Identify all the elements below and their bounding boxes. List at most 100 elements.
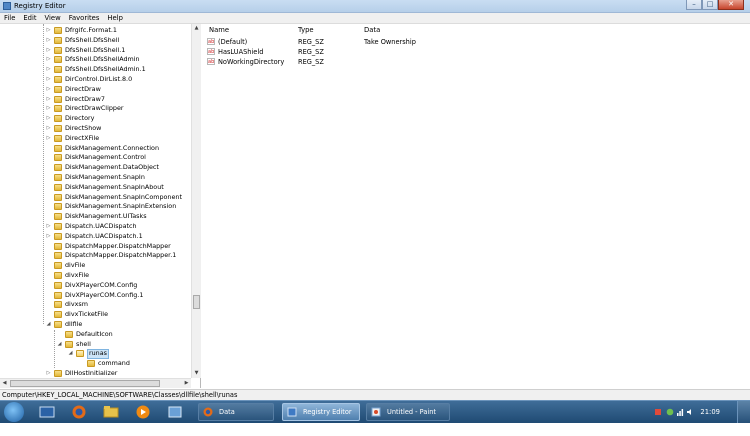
tree-item[interactable]: ▷ DfsShell.DfsShell	[0, 36, 190, 46]
registry-tree[interactable]: ▷ Dfrgifc.Format.1 ▷ DfsShell.DfsShell ▷ DfsS…	[0, 24, 201, 388]
expand-arrow-icon[interactable]: ▷	[46, 233, 51, 239]
column-type[interactable]: Type	[298, 25, 314, 35]
column-data[interactable]: Data	[364, 25, 380, 35]
expand-arrow-icon[interactable]: ▷	[46, 86, 51, 92]
clock[interactable]: 21:09	[700, 401, 720, 423]
menu-favorites[interactable]: Favorites	[65, 13, 104, 23]
scroll-left-icon[interactable]: ◀	[0, 379, 9, 388]
tree-item-label: DfsShell.DfsShellAdmin	[65, 55, 140, 64]
close-button[interactable]: ✕	[718, 0, 744, 10]
folder-icon	[54, 272, 62, 279]
media-player-icon[interactable]	[134, 404, 152, 420]
expand-arrow-icon[interactable]: ▷	[46, 77, 51, 82]
explorer-folder-icon[interactable]	[102, 404, 120, 420]
tree-item[interactable]: DefaultIcon	[0, 330, 190, 340]
scroll-right-icon[interactable]: ▶	[182, 379, 191, 388]
tree-item[interactable]: DiskManagement.DataObject	[0, 163, 190, 173]
flag-icon[interactable]	[654, 408, 662, 416]
firefox-icon[interactable]	[70, 404, 88, 420]
expand-arrow-icon[interactable]: ▷	[46, 47, 51, 53]
collapse-arrow-icon[interactable]: ◢	[68, 351, 73, 356]
task-registry-editor[interactable]: Registry Editor	[282, 403, 360, 421]
tree-item[interactable]: DiskManagement.UITasks	[0, 212, 190, 222]
window-controls: – □ ✕	[686, 0, 744, 11]
tree-item[interactable]: divxTicketFile	[0, 310, 190, 320]
tree-item[interactable]: DivXPlayerCOM.Config	[0, 281, 190, 291]
tree-item[interactable]: ◢ shell	[0, 340, 190, 350]
expand-arrow-icon[interactable]: ▷	[46, 57, 51, 62]
tree-item[interactable]: DiskManagement.SnapIn	[0, 173, 190, 183]
tree-item[interactable]: ◢ runas	[0, 349, 190, 360]
maximize-button[interactable]: □	[702, 0, 718, 10]
scroll-thumb[interactable]	[10, 380, 160, 387]
start-button[interactable]	[4, 402, 24, 422]
app-icon[interactable]	[166, 404, 184, 420]
collapse-arrow-icon[interactable]: ◢	[57, 341, 62, 347]
expand-arrow-icon[interactable]: ▷	[46, 106, 51, 111]
volume-icon[interactable]	[686, 408, 694, 416]
expand-arrow-icon[interactable]: ▷	[46, 96, 51, 102]
menu-file[interactable]: File	[0, 13, 19, 23]
tree-item[interactable]: ▷ DfsShell.DfsShell.1	[0, 46, 190, 56]
scroll-down-icon[interactable]: ▼	[192, 369, 201, 378]
folder-icon	[87, 360, 95, 368]
menu-edit[interactable]: Edit	[19, 13, 40, 23]
tree-vertical-scrollbar[interactable]: ▲ ▼	[191, 24, 201, 378]
tree-item[interactable]: divFile	[0, 261, 190, 271]
tree-item[interactable]: ▷ DirectDraw	[0, 85, 190, 95]
tree-item-label: DirectDraw	[65, 84, 101, 93]
menu-help[interactable]: Help	[103, 13, 127, 23]
tree-item[interactable]: command	[0, 359, 190, 369]
tree-item[interactable]: DiskManagement.SnapInComponent	[0, 193, 190, 203]
tree-item[interactable]: ▷ DirectDraw7	[0, 95, 190, 105]
network-icon[interactable]	[676, 408, 684, 416]
desktop-icon[interactable]	[38, 404, 56, 420]
tree-item[interactable]: ▷ DirectShow	[0, 124, 190, 134]
expand-arrow-icon[interactable]: ▷	[46, 67, 51, 72]
task-label: Untitled - Paint	[387, 408, 436, 416]
menu-view[interactable]: View	[41, 13, 65, 23]
tree-item[interactable]: DispatchMapper.DispatchMapper.1	[0, 251, 190, 261]
notification-icon[interactable]	[666, 408, 674, 416]
tree-item[interactable]: ▷ Dfrgifc.Format.1	[0, 26, 190, 36]
minimize-button[interactable]: –	[686, 0, 702, 10]
tree-item[interactable]: DiskManagement.Control	[0, 153, 190, 163]
value-row[interactable]: ab (Default) REG_SZ Take Ownership	[203, 37, 750, 47]
expand-arrow-icon[interactable]: ▷	[46, 224, 51, 229]
tree-item-label: Dfrgifc.Format.1	[65, 26, 117, 34]
tree-item[interactable]: divxsm	[0, 300, 190, 310]
tree-horizontal-scrollbar[interactable]: ◀ ▶	[0, 378, 191, 388]
task-paint[interactable]: Untitled - Paint	[366, 403, 450, 421]
expand-arrow-icon[interactable]: ▷	[46, 37, 51, 43]
tree-item[interactable]: ▷ Directory	[0, 114, 190, 124]
tree-item[interactable]: ▷ DirectDrawClipper	[0, 104, 190, 114]
expand-arrow-icon[interactable]: ▷	[46, 28, 51, 33]
tree-item[interactable]: ▷ Dispatch.UACDispatch.1	[0, 232, 190, 242]
show-desktop-button[interactable]	[737, 401, 750, 423]
tree-item[interactable]: DispatchMapper.DispatchMapper	[0, 242, 190, 252]
tree-item[interactable]: DiskManagement.SnapInAbout	[0, 183, 190, 193]
value-row[interactable]: ab NoWorkingDirectory REG_SZ	[203, 57, 750, 67]
value-name: (Default)	[218, 38, 248, 46]
folder-icon	[54, 95, 62, 103]
column-name[interactable]: Name	[209, 25, 229, 35]
tree-item[interactable]: ▷ Dispatch.UACDispatch	[0, 222, 190, 232]
task-data-processor[interactable]: Data Processor...	[198, 403, 274, 432]
value-row[interactable]: ab HasLUAShield REG_SZ	[203, 47, 750, 57]
tree-item[interactable]: DivXPlayerCOM.Config.1	[0, 291, 190, 301]
expand-arrow-icon[interactable]: ▷	[46, 126, 51, 131]
tree-item[interactable]: ▷ DirectXFile	[0, 134, 190, 144]
scroll-up-icon[interactable]: ▲	[192, 24, 201, 33]
tree-item[interactable]: ◢ dllfile	[0, 320, 190, 330]
tree-item[interactable]: DiskManagement.SnapInExtension	[0, 202, 190, 212]
tree-item[interactable]: ▷ DirControl.DirList.8.0	[0, 75, 190, 85]
tree-item[interactable]: ▷ DfsShell.DfsShellAdmin.1	[0, 65, 190, 75]
expand-arrow-icon[interactable]: ▷	[46, 116, 51, 121]
expand-arrow-icon[interactable]: ▷	[46, 135, 51, 141]
tree-item[interactable]: divxFile	[0, 271, 190, 281]
scroll-thumb[interactable]	[193, 295, 200, 309]
tree-item[interactable]: DiskManagement.Connection	[0, 144, 190, 154]
tree-item[interactable]: ▷ DfsShell.DfsShellAdmin	[0, 55, 190, 65]
expand-arrow-icon[interactable]: ▷	[46, 371, 51, 376]
collapse-arrow-icon[interactable]: ◢	[46, 322, 51, 327]
